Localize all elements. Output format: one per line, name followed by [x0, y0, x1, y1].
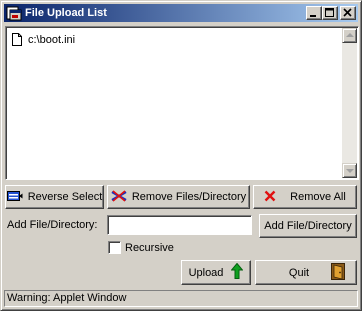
scroll-down-button[interactable] — [342, 163, 357, 178]
add-file-label: Add File/Directory: — [7, 219, 98, 231]
recursive-label: Recursive — [125, 242, 174, 254]
list-item[interactable]: c:\boot.ini — [12, 33, 75, 46]
quit-button[interactable]: Quit — [255, 260, 357, 285]
close-button[interactable] — [340, 6, 356, 20]
window-title: File Upload List — [25, 7, 107, 19]
exit-door-icon — [331, 262, 346, 283]
remove-all-icon — [264, 190, 276, 205]
recursive-checkbox[interactable] — [108, 241, 121, 254]
applet-window: File Upload List c:\boot.ini Reverse Sel… — [0, 0, 362, 311]
reverse-select-button[interactable]: Reverse Select — [5, 185, 104, 209]
remove-all-button[interactable]: Remove All — [253, 185, 357, 209]
add-file-button[interactable]: Add File/Directory — [259, 214, 357, 238]
document-icon — [12, 33, 22, 46]
arrow-up-icon — [346, 33, 354, 37]
status-bar: Warning: Applet Window — [4, 290, 358, 307]
add-file-button-label: Add File/Directory — [264, 220, 352, 232]
arrow-up-green-icon — [230, 262, 244, 282]
close-icon — [343, 8, 352, 17]
remove-files-button[interactable]: Remove Files/Directory — [107, 185, 250, 209]
minimize-icon — [310, 15, 316, 17]
add-file-input[interactable] — [107, 215, 252, 235]
maximize-icon — [325, 8, 334, 17]
vertical-scrollbar[interactable] — [342, 28, 357, 178]
title-bar[interactable]: File Upload List — [4, 4, 358, 22]
arrow-down-icon — [346, 169, 354, 173]
scroll-up-button[interactable] — [342, 28, 357, 43]
remove-files-icon — [111, 189, 127, 205]
minimize-button[interactable] — [306, 6, 322, 20]
upload-label: Upload — [188, 266, 224, 279]
java-app-icon — [6, 5, 22, 21]
quit-label: Quit — [288, 266, 310, 279]
file-path-label: c:\boot.ini — [28, 33, 76, 46]
file-listbox[interactable]: c:\boot.ini — [5, 26, 359, 180]
remove-all-label: Remove All — [290, 191, 346, 203]
remove-files-label: Remove Files/Directory — [131, 191, 247, 203]
upload-button[interactable]: Upload — [181, 260, 251, 285]
reverse-select-icon — [6, 190, 23, 205]
maximize-button[interactable] — [322, 6, 338, 20]
reverse-select-label: Reverse Select — [27, 191, 103, 203]
status-text: Warning: Applet Window — [7, 292, 127, 304]
